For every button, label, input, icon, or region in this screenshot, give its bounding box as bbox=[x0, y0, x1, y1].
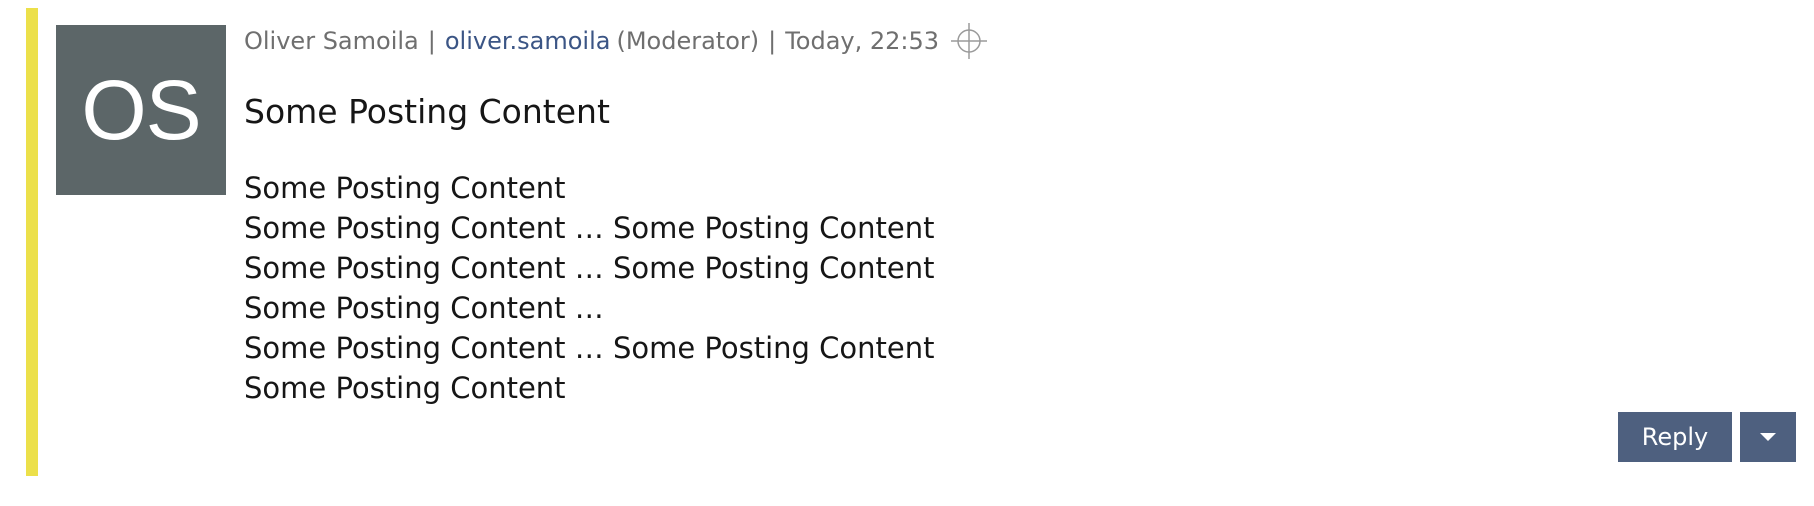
meta-separator: | bbox=[768, 27, 777, 55]
author-role: (Moderator) bbox=[616, 27, 760, 55]
caret-down-icon bbox=[1760, 433, 1776, 441]
reply-button[interactable]: Reply bbox=[1618, 412, 1732, 462]
posting-actions: Reply bbox=[1618, 412, 1796, 462]
author-name: Oliver Samoila bbox=[244, 27, 419, 55]
posting-body-line: Some Posting Content … Some Posting Cont… bbox=[244, 331, 935, 365]
more-actions-button[interactable] bbox=[1740, 412, 1796, 462]
posting-body-line: Some Posting Content … Some Posting Cont… bbox=[244, 211, 935, 245]
avatar: OS bbox=[56, 25, 226, 195]
avatar-initials: OS bbox=[81, 62, 201, 157]
meta-separator: | bbox=[427, 27, 436, 55]
posting-body-line: Some Posting Content bbox=[244, 371, 566, 405]
posting-body: Some Posting Content Some Posting Conten… bbox=[244, 168, 935, 408]
forum-posting: OS Oliver Samoila | oliver.samoila (Mode… bbox=[26, 8, 1796, 476]
author-username-link[interactable]: oliver.samoila bbox=[445, 27, 611, 55]
posting-body-line: Some Posting Content bbox=[244, 171, 566, 205]
posting-meta: Oliver Samoila | oliver.samoila (Moderat… bbox=[244, 18, 989, 64]
crosshair-icon[interactable] bbox=[949, 21, 989, 61]
posting-timestamp: Today, 22:53 bbox=[785, 27, 940, 55]
posting-accent-bar bbox=[26, 8, 38, 476]
posting-body-line: Some Posting Content … Some Posting Cont… bbox=[244, 251, 935, 285]
posting-title: Some Posting Content bbox=[244, 92, 610, 131]
posting-body-line: Some Posting Content … bbox=[244, 291, 604, 325]
